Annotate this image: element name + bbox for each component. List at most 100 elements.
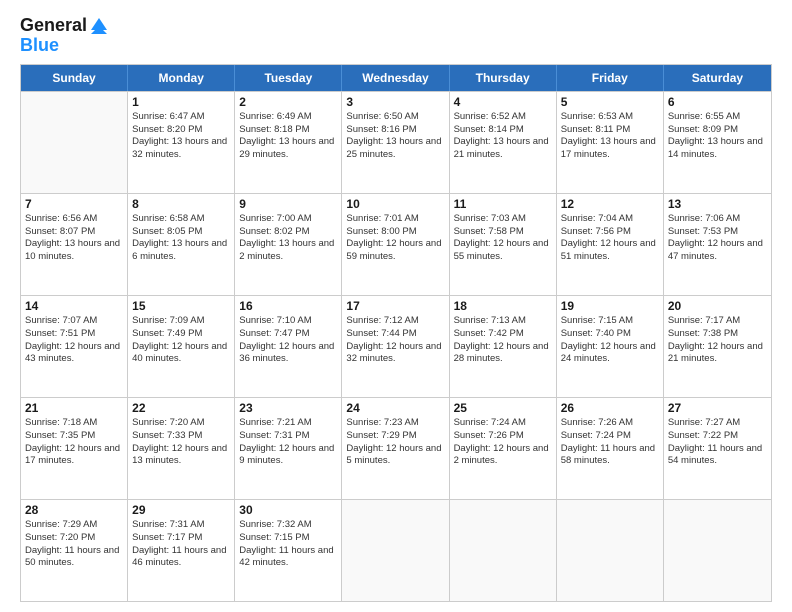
day-info: Sunrise: 7:01 AMSunset: 8:00 PMDaylight:…: [346, 213, 444, 264]
day-info: Sunrise: 7:12 AMSunset: 7:44 PMDaylight:…: [346, 315, 444, 366]
day-number: 24: [346, 401, 444, 415]
cal-cell: 8Sunrise: 6:58 AMSunset: 8:05 PMDaylight…: [128, 194, 235, 295]
day-info: Sunrise: 7:09 AMSunset: 7:49 PMDaylight:…: [132, 315, 230, 366]
day-number: 12: [561, 197, 659, 211]
logo-text-line1: General: [20, 16, 87, 36]
day-info: Sunrise: 6:53 AMSunset: 8:11 PMDaylight:…: [561, 111, 659, 162]
cal-cell: 25 Sunrise: 7:24 AMSunset: 7:26 PMDayligh…: [450, 398, 557, 499]
cal-cell: [664, 500, 771, 601]
cal-header-cell-saturday: Saturday: [664, 65, 771, 91]
cal-week-row-1: 7Sunrise: 6:56 AMSunset: 8:07 PMDaylight…: [21, 193, 771, 295]
cal-cell: 13 Sunrise: 7:06 AMSunset: 7:53 PMDayligh…: [664, 194, 771, 295]
cal-week-row-3: 21 Sunrise: 7:18 AMSunset: 7:35 PMDayligh…: [21, 397, 771, 499]
day-info: Sunrise: 7:23 AMSunset: 7:29 PMDaylight:…: [346, 417, 444, 468]
day-number: 18: [454, 299, 552, 313]
calendar-header: SundayMondayTuesdayWednesdayThursdayFrid…: [21, 65, 771, 91]
logo-icon: [89, 16, 109, 36]
cal-cell: 21 Sunrise: 7:18 AMSunset: 7:35 PMDayligh…: [21, 398, 128, 499]
day-info: Sunrise: 7:00 AMSunset: 8:02 PMDaylight:…: [239, 213, 337, 264]
day-number: 4: [454, 95, 552, 109]
day-number: 25: [454, 401, 552, 415]
cal-cell: 29 Sunrise: 7:31 AMSunset: 7:17 PMDayligh…: [128, 500, 235, 601]
day-number: 30: [239, 503, 337, 517]
day-number: 9: [239, 197, 337, 211]
day-info: Sunrise: 7:15 AMSunset: 7:40 PMDaylight:…: [561, 315, 659, 366]
day-info: Sunrise: 6:52 AMSunset: 8:14 PMDaylight:…: [454, 111, 552, 162]
day-number: 22: [132, 401, 230, 415]
day-number: 21: [25, 401, 123, 415]
cal-cell: 1 Sunrise: 6:47 AMSunset: 8:20 PMDaylight…: [128, 92, 235, 193]
day-number: 29: [132, 503, 230, 517]
cal-week-row-2: 14Sunrise: 7:07 AMSunset: 7:51 PMDayligh…: [21, 295, 771, 397]
day-number: 14: [25, 299, 123, 313]
calendar-body: 1 Sunrise: 6:47 AMSunset: 8:20 PMDaylight…: [21, 91, 771, 601]
cal-cell: 12 Sunrise: 7:04 AMSunset: 7:56 PMDayligh…: [557, 194, 664, 295]
cal-header-cell-wednesday: Wednesday: [342, 65, 449, 91]
cal-cell: 22 Sunrise: 7:20 AMSunset: 7:33 PMDayligh…: [128, 398, 235, 499]
day-info: Sunrise: 7:32 AMSunset: 7:15 PMDaylight:…: [239, 519, 337, 570]
cal-cell: 18 Sunrise: 7:13 AMSunset: 7:42 PMDayligh…: [450, 296, 557, 397]
cal-cell: 7Sunrise: 6:56 AMSunset: 8:07 PMDaylight…: [21, 194, 128, 295]
header: General Blue: [20, 16, 772, 56]
cal-cell: [557, 500, 664, 601]
cal-cell: 17Sunrise: 7:12 AMSunset: 7:44 PMDayligh…: [342, 296, 449, 397]
day-number: 6: [668, 95, 767, 109]
cal-cell: 2Sunrise: 6:49 AMSunset: 8:18 PMDaylight…: [235, 92, 342, 193]
day-info: Sunrise: 7:06 AMSunset: 7:53 PMDaylight:…: [668, 213, 767, 264]
day-number: 2: [239, 95, 337, 109]
cal-cell: 4 Sunrise: 6:52 AMSunset: 8:14 PMDaylight…: [450, 92, 557, 193]
cal-cell: 26 Sunrise: 7:26 AMSunset: 7:24 PMDayligh…: [557, 398, 664, 499]
day-number: 15: [132, 299, 230, 313]
cal-week-row-0: 1 Sunrise: 6:47 AMSunset: 8:20 PMDaylight…: [21, 91, 771, 193]
day-info: Sunrise: 7:31 AMSunset: 7:17 PMDaylight:…: [132, 519, 230, 570]
cal-cell: [450, 500, 557, 601]
cal-cell: 5Sunrise: 6:53 AMSunset: 8:11 PMDaylight…: [557, 92, 664, 193]
cal-cell: 27 Sunrise: 7:27 AMSunset: 7:22 PMDayligh…: [664, 398, 771, 499]
logo: General Blue: [20, 16, 109, 56]
cal-week-row-4: 28Sunrise: 7:29 AMSunset: 7:20 PMDayligh…: [21, 499, 771, 601]
logo-text-line2: Blue: [20, 36, 59, 56]
day-number: 1: [132, 95, 230, 109]
day-info: Sunrise: 7:04 AMSunset: 7:56 PMDaylight:…: [561, 213, 659, 264]
page: General Blue SundayMondayTuesdayWednesda…: [0, 0, 792, 612]
cal-cell: [21, 92, 128, 193]
day-number: 13: [668, 197, 767, 211]
day-info: Sunrise: 6:55 AMSunset: 8:09 PMDaylight:…: [668, 111, 767, 162]
cal-cell: [342, 500, 449, 601]
day-info: Sunrise: 7:18 AMSunset: 7:35 PMDaylight:…: [25, 417, 123, 468]
day-info: Sunrise: 7:20 AMSunset: 7:33 PMDaylight:…: [132, 417, 230, 468]
day-info: Sunrise: 7:03 AMSunset: 7:58 PMDaylight:…: [454, 213, 552, 264]
day-info: Sunrise: 6:50 AMSunset: 8:16 PMDaylight:…: [346, 111, 444, 162]
day-info: Sunrise: 6:56 AMSunset: 8:07 PMDaylight:…: [25, 213, 123, 264]
day-number: 19: [561, 299, 659, 313]
day-info: Sunrise: 7:26 AMSunset: 7:24 PMDaylight:…: [561, 417, 659, 468]
cal-cell: 23 Sunrise: 7:21 AMSunset: 7:31 PMDayligh…: [235, 398, 342, 499]
cal-cell: 28Sunrise: 7:29 AMSunset: 7:20 PMDayligh…: [21, 500, 128, 601]
day-number: 11: [454, 197, 552, 211]
cal-header-cell-sunday: Sunday: [21, 65, 128, 91]
day-info: Sunrise: 7:13 AMSunset: 7:42 PMDaylight:…: [454, 315, 552, 366]
day-info: Sunrise: 6:47 AMSunset: 8:20 PMDaylight:…: [132, 111, 230, 162]
day-number: 23: [239, 401, 337, 415]
day-info: Sunrise: 7:10 AMSunset: 7:47 PMDaylight:…: [239, 315, 337, 366]
cal-cell: 6 Sunrise: 6:55 AMSunset: 8:09 PMDaylight…: [664, 92, 771, 193]
cal-cell: 11 Sunrise: 7:03 AMSunset: 7:58 PMDayligh…: [450, 194, 557, 295]
day-info: Sunrise: 7:21 AMSunset: 7:31 PMDaylight:…: [239, 417, 337, 468]
cal-cell: 16 Sunrise: 7:10 AMSunset: 7:47 PMDayligh…: [235, 296, 342, 397]
day-info: Sunrise: 7:27 AMSunset: 7:22 PMDaylight:…: [668, 417, 767, 468]
day-number: 26: [561, 401, 659, 415]
day-number: 27: [668, 401, 767, 415]
cal-header-cell-monday: Monday: [128, 65, 235, 91]
day-number: 16: [239, 299, 337, 313]
day-number: 20: [668, 299, 767, 313]
day-info: Sunrise: 7:29 AMSunset: 7:20 PMDaylight:…: [25, 519, 123, 570]
cal-cell: 24 Sunrise: 7:23 AMSunset: 7:29 PMDayligh…: [342, 398, 449, 499]
cal-cell: 9 Sunrise: 7:00 AMSunset: 8:02 PMDaylight…: [235, 194, 342, 295]
cal-header-cell-friday: Friday: [557, 65, 664, 91]
cal-cell: 15 Sunrise: 7:09 AMSunset: 7:49 PMDayligh…: [128, 296, 235, 397]
cal-cell: 20Sunrise: 7:17 AMSunset: 7:38 PMDayligh…: [664, 296, 771, 397]
day-info: Sunrise: 6:58 AMSunset: 8:05 PMDaylight:…: [132, 213, 230, 264]
calendar: SundayMondayTuesdayWednesdayThursdayFrid…: [20, 64, 772, 602]
cal-cell: 19 Sunrise: 7:15 AMSunset: 7:40 PMDayligh…: [557, 296, 664, 397]
day-info: Sunrise: 7:24 AMSunset: 7:26 PMDaylight:…: [454, 417, 552, 468]
